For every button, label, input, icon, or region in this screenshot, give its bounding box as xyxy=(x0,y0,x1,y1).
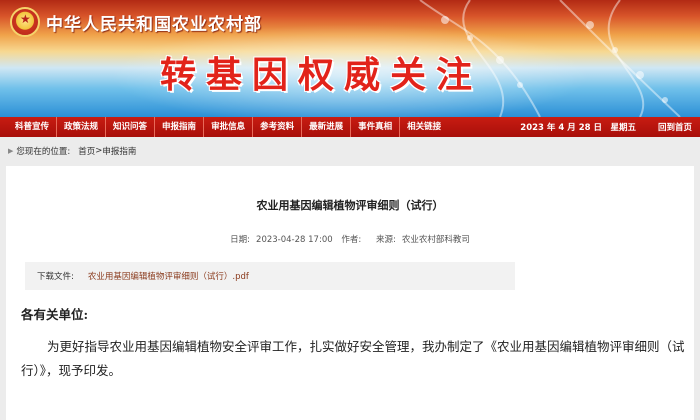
breadcrumb: ▶ 您现在的位置: 首页 > 申报指南 xyxy=(8,140,700,162)
ministry-name[interactable]: 中华人民共和国农业农村部 xyxy=(46,10,262,35)
nav-item-application-guide[interactable]: 申报指南 xyxy=(155,117,205,137)
article-title: 农业用基因编辑植物评审细则（试行） xyxy=(256,199,444,212)
nav-item-popular-science[interactable]: 科普宣传 xyxy=(8,117,58,137)
date-label: 日期: xyxy=(230,235,251,245)
site-title: 转基因权威关注 xyxy=(160,55,483,96)
nav-item-approval-info[interactable]: 审批信息 xyxy=(204,117,254,137)
nav-item-latest-progress[interactable]: 最新进展 xyxy=(302,117,352,137)
date-value: 2023-04-28 17:00 xyxy=(256,235,333,245)
nav-item-policy[interactable]: 政策法规 xyxy=(57,117,107,137)
article-meta: 日期: 2023-04-28 17:00 作者: 来源: 农业农村部科教司 xyxy=(6,233,694,245)
download-label: 下载文件: xyxy=(37,272,74,282)
article-body: 各有关单位: 为更好指导农业用基因编辑植物安全评审工作，扎实做好安全管理，我办制… xyxy=(21,304,689,383)
nav-item-qa[interactable]: 知识问答 xyxy=(106,117,156,137)
breadcrumb-prefix: 您现在的位置: xyxy=(16,147,71,157)
download-file-link[interactable]: 农业用基因编辑植物评审细则（试行）.pdf xyxy=(88,270,249,282)
nav-item-event-truth[interactable]: 事件真相 xyxy=(351,117,401,137)
source-value: 农业农村部科教司 xyxy=(401,235,470,245)
nav-item-related-links[interactable]: 相关链接 xyxy=(400,117,448,137)
article-panel: 农业用基因编辑植物评审细则（试行） 日期: 2023-04-28 17:00 作者… xyxy=(6,166,694,420)
main-nav: 科普宣传 政策法规 知识问答 申报指南 审批信息 参考资料 最新进展 事件真相 … xyxy=(0,117,700,137)
header-banner: ★ 中华人民共和国农业农村部 转基因权威关注 xyxy=(0,0,700,117)
author-label: 作者: xyxy=(341,235,362,245)
body-paragraph: 为更好指导农业用基因编辑植物安全评审工作，扎实做好安全管理，我办制定了《农业用基… xyxy=(21,339,685,378)
nav-items: 科普宣传 政策法规 知识问答 申报指南 审批信息 参考资料 最新进展 事件真相 … xyxy=(0,117,448,137)
download-box: 下载文件: 农业用基因编辑植物评审细则（试行）.pdf xyxy=(25,262,515,290)
national-emblem-icon: ★ xyxy=(10,7,40,37)
breadcrumb-separator: > xyxy=(95,146,103,156)
current-date: 2023 年 4 月 28 日 星期五 xyxy=(520,123,636,133)
location-arrow-icon: ▶ xyxy=(8,147,14,155)
salutation: 各有关单位: xyxy=(21,307,89,322)
home-link[interactable]: 回到首页 xyxy=(658,121,692,133)
nav-item-references[interactable]: 参考资料 xyxy=(253,117,303,137)
source-label: 来源: xyxy=(375,235,396,245)
breadcrumb-home-link[interactable]: 首页 xyxy=(78,145,95,157)
breadcrumb-current[interactable]: 申报指南 xyxy=(102,145,136,157)
